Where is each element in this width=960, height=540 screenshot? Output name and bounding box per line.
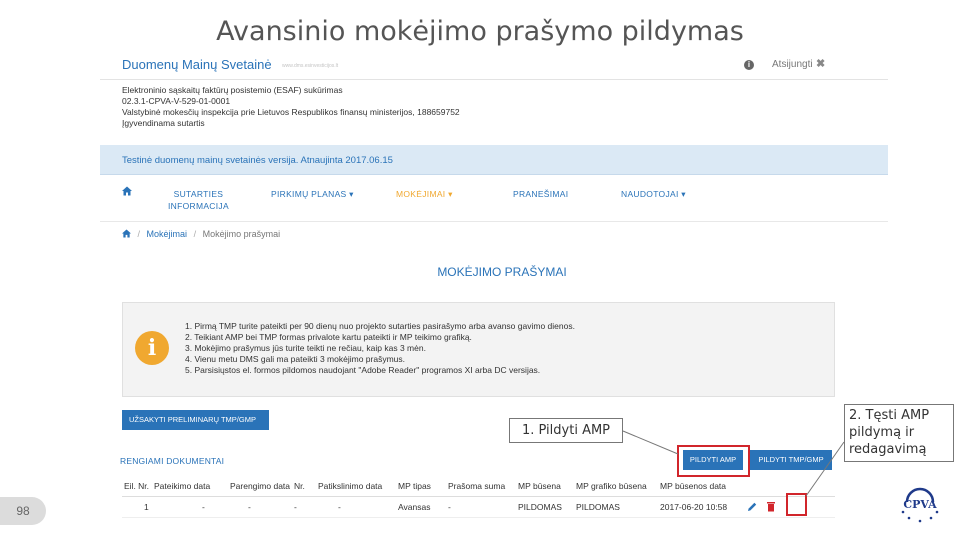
svg-text:CPVA: CPVA xyxy=(903,498,937,511)
highlight-edit xyxy=(786,493,807,516)
top-bar: Duomenų Mainų Svetainė www.dms.esinvesti… xyxy=(100,55,888,80)
notice-box: i 1. Pirmą TMP turite pateikti per 90 di… xyxy=(122,302,835,397)
nav-payments[interactable]: MOKĖJIMAI ▾ xyxy=(396,188,453,200)
logout-link[interactable]: Atsijungti xyxy=(772,59,813,70)
nav-contract-info-line1: SUTARTIES xyxy=(173,189,224,199)
callout-fill-amp: 1. Pildyti AMP xyxy=(509,418,623,443)
close-icon[interactable]: ✖ xyxy=(816,57,825,70)
nav-contract-info-line2: INFORMACIJA xyxy=(168,201,229,211)
table-header-row: Eil. Nr. Pateikimo data Parengimo data N… xyxy=(122,477,835,497)
nav-procurement-plan[interactable]: PIRKIMŲ PLANAS ▾ xyxy=(271,188,354,200)
cell-schedule-status: PILDOMAS xyxy=(574,496,659,518)
col-header[interactable]: MP būsenos data xyxy=(658,477,745,497)
breadcrumb-separator: / xyxy=(193,229,197,239)
order-preliminary-button[interactable]: UŽSAKYTI PRELIMINARŲ TMP/GMP xyxy=(122,410,269,430)
cell-status-date: 2017-06-20 10:58 xyxy=(658,496,745,518)
notice-item: 5. Parsisiųstos el. formos pildomos naud… xyxy=(185,365,541,375)
breadcrumb-payments[interactable]: Mokėjimai xyxy=(147,229,188,239)
col-header[interactable]: Patikslinimo data xyxy=(316,477,397,497)
table-row: 1 - - - - Avansas - PILDOMAS PILDOMAS 20… xyxy=(122,496,835,518)
callout-continue-amp: 2. Tęsti AMP pildymą ir redagavimą xyxy=(844,404,954,462)
contract-institution: Valstybinė mokesčių inspekcija prie Liet… xyxy=(122,107,460,117)
page-heading-text: MOKĖJIMO PRAŠYMAI xyxy=(437,265,567,279)
col-header[interactable]: Prašoma suma xyxy=(446,477,517,497)
contract-info: Elektroninio sąskaitų faktūrų posistemio… xyxy=(122,85,460,129)
page-heading: MOKĖJIMO PRAŠYMAI xyxy=(100,265,888,279)
breadcrumb-separator: / xyxy=(137,229,141,239)
cell-mp-type: Avansas xyxy=(396,496,447,518)
documents-table: Eil. Nr. Pateikimo data Parengimo data N… xyxy=(122,477,835,518)
contract-status: Įgyvendinama sutartis xyxy=(122,118,205,128)
site-subtitle: www.dms.esinvesticijos.lt xyxy=(282,63,339,69)
test-version-banner: Testinė duomenų mainų svetainės versija.… xyxy=(100,145,888,175)
main-navbar: SUTARTIES INFORMACIJA PIRKIMŲ PLANAS ▾ M… xyxy=(100,176,888,222)
col-header[interactable]: Parengimo data xyxy=(228,477,293,497)
banner-text: Testinė duomenų mainų svetainės versija.… xyxy=(122,155,393,166)
nav-contract-info[interactable]: SUTARTIES INFORMACIJA xyxy=(168,188,229,212)
info-icon[interactable]: i xyxy=(744,60,754,70)
notice-item: 3. Mokėjimo prašymus jūs turite teikti n… xyxy=(185,343,426,353)
site-name[interactable]: Duomenų Mainų Svetainė xyxy=(122,57,272,72)
prepared-documents-label: RENGIAMI DOKUMENTAI xyxy=(120,456,225,466)
notice-item: 1. Pirmą TMP turite pateikti per 90 dien… xyxy=(185,321,575,331)
cpva-logo: CPVA xyxy=(901,487,939,523)
cell-revision-date: - xyxy=(316,496,397,518)
dms-screenshot: Duomenų Mainų Svetainė www.dms.esinvesti… xyxy=(100,55,888,520)
slide-title: Avansinio mokėjimo prašymo pildymas xyxy=(216,16,744,47)
nav-users[interactable]: NAUDOTOJAI ▾ xyxy=(621,188,686,200)
col-header[interactable]: Nr. xyxy=(292,477,317,497)
col-header[interactable]: MP tipas xyxy=(396,477,447,497)
cell-mp-status: PILDOMAS xyxy=(516,496,575,518)
page-number: 98 xyxy=(0,497,46,525)
cell-amount: - xyxy=(446,496,517,518)
col-header[interactable]: Eil. Nr. xyxy=(122,477,152,497)
breadcrumb-current: Mokėjimo prašymai xyxy=(202,229,281,239)
col-header[interactable]: MP būsena xyxy=(516,477,575,497)
cell-number: - xyxy=(292,496,317,518)
notice-list: 1. Pirmą TMP turite pateikti per 90 dien… xyxy=(185,321,575,376)
breadcrumb-home-icon[interactable] xyxy=(122,229,131,238)
col-header[interactable]: Pateikimo data xyxy=(152,477,228,497)
delete-icon[interactable] xyxy=(766,501,776,512)
notice-item: 2. Teikiant AMP bei TMP formas privalote… xyxy=(185,332,472,342)
cell-prepare-date: - xyxy=(228,496,293,518)
highlight-fill-amp xyxy=(677,445,750,477)
edit-icon[interactable] xyxy=(746,501,758,513)
home-icon[interactable] xyxy=(122,186,132,196)
col-header[interactable]: MP grafiko būsena xyxy=(574,477,659,497)
contract-title: Elektroninio sąskaitų faktūrų posistemio… xyxy=(122,85,343,95)
nav-notifications[interactable]: PRANEŠIMAI xyxy=(513,188,568,200)
breadcrumb: / Mokėjimai / Mokėjimo prašymai xyxy=(122,229,280,239)
notice-item: 4. Vienu metu DMS gali ma pateikti 3 mok… xyxy=(185,354,405,364)
info-icon: i xyxy=(135,331,169,365)
cell-nr: 1 xyxy=(122,496,152,518)
cell-submit-date: - xyxy=(152,496,228,518)
contract-code: 02.3.1-CPVA-V-529-01-0001 xyxy=(122,96,231,106)
fill-tmp-gmp-button[interactable]: PILDYTI TMP/GMP xyxy=(750,450,832,470)
